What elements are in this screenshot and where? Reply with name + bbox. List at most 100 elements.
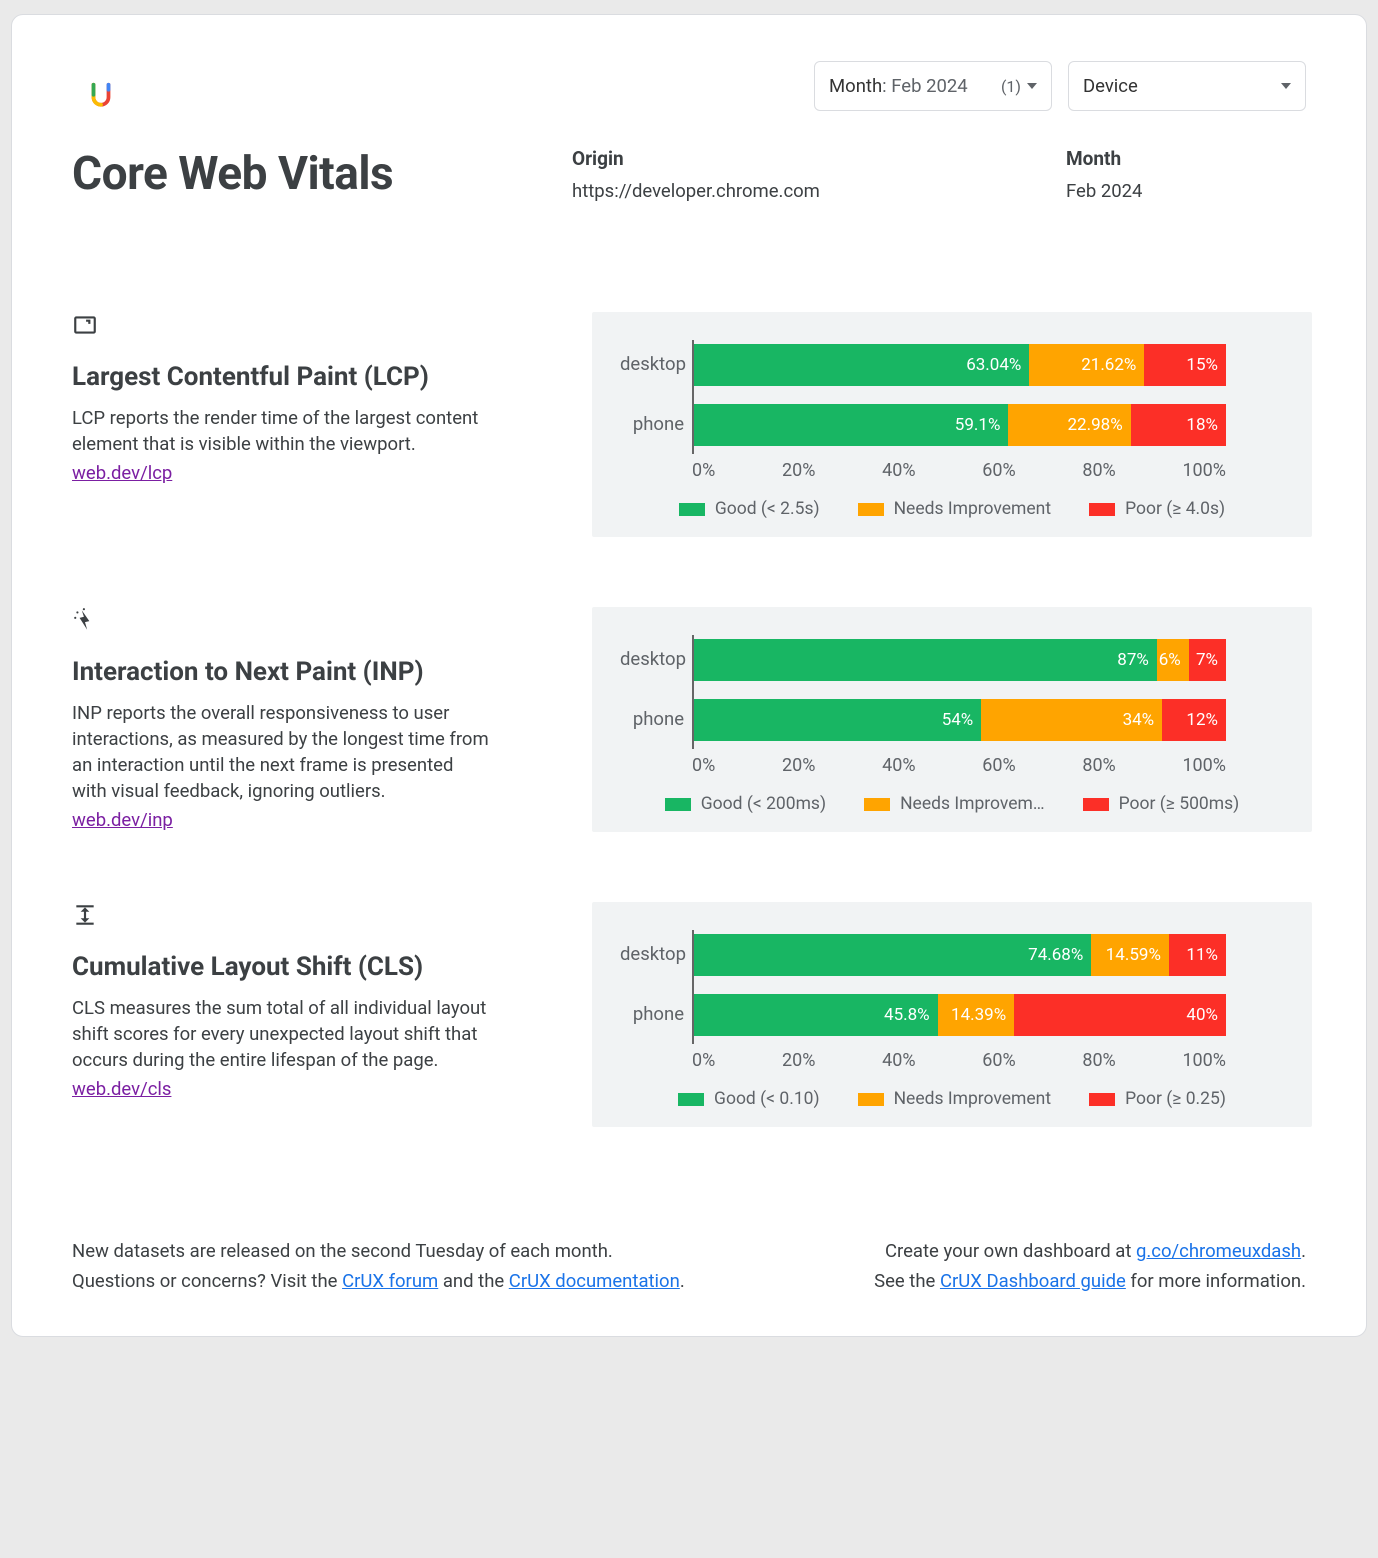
metric-title: Largest Contentful Paint (LCP) (72, 362, 552, 392)
metric-doc-link[interactable]: web.dev/lcp (72, 462, 172, 484)
chart-panel: desktop63.04%21.62%15%phone59.1%22.98%18… (592, 312, 1312, 537)
legend-label: Needs Improvement (894, 499, 1052, 519)
crux-forum-link[interactable]: CrUX forum (342, 1270, 438, 1292)
legend-swatch-good (665, 798, 691, 811)
stacked-bar: 59.1%22.98%18% (694, 404, 1226, 446)
tick-label: 80% (1082, 1050, 1115, 1071)
bar-segment-good: 87% (694, 639, 1157, 681)
metric-title: Interaction to Next Paint (INP) (72, 657, 552, 687)
chart-legend: Good (< 0.10) Needs Improvement Poor (≥ 0.… (620, 1089, 1284, 1109)
bar-segment-good: 54% (694, 699, 981, 741)
legend-item-needs: Needs Improvement (858, 1089, 1052, 1109)
chart-row: desktop63.04%21.62%15% (692, 344, 1284, 386)
bar-segment-poor: 18% (1131, 404, 1226, 446)
stacked-bar-chart: desktop87%6%7%phone54%34%12% (620, 635, 1284, 749)
legend-item-good: Good (< 0.10) (678, 1089, 820, 1109)
footer-text: Create your own dashboard at (885, 1240, 1136, 1262)
bar-segment-poor: 11% (1169, 934, 1226, 976)
footer-text: for more information. (1126, 1270, 1306, 1292)
footer: New datasets are released on the second … (72, 1237, 1306, 1296)
bar-segment-good: 59.1% (694, 404, 1008, 446)
origin-block: Origin https://developer.chrome.com (572, 147, 1046, 202)
inp-icon (72, 607, 100, 635)
chart-row: phone59.1%22.98%18% (692, 404, 1284, 446)
legend-swatch-needs (858, 1093, 884, 1106)
metric-doc-link[interactable]: web.dev/cls (72, 1078, 171, 1100)
tick-label: 0% (692, 1050, 715, 1071)
x-axis-ticks: 0%20%40%60%80%100% (692, 755, 1226, 776)
origin-label: Origin (572, 147, 1046, 170)
legend-label: Good (< 200ms) (701, 794, 826, 814)
metric-description: LCP reports the render time of the large… (72, 406, 492, 458)
tick-label: 20% (782, 460, 815, 481)
category-label: desktop (620, 943, 684, 965)
bar-segment-poor: 40% (1014, 994, 1226, 1036)
month-block: Month Feb 2024 (1066, 147, 1306, 202)
chart-legend: Good (< 2.5s) Needs Improvement Poor (≥ 4.… (620, 499, 1284, 519)
tick-label: 0% (692, 755, 715, 776)
lcp-icon (72, 312, 100, 340)
legend-label: Poor (≥ 4.0s) (1125, 499, 1225, 519)
device-selector[interactable]: Device (1068, 61, 1306, 111)
metric-row: Largest Contentful Paint (LCP) LCP report… (72, 312, 1306, 537)
month-selector-count: (1) (1001, 77, 1021, 96)
legend-label: Poor (≥ 500ms) (1119, 794, 1240, 814)
chevron-down-icon (1281, 83, 1291, 89)
category-label: phone (620, 413, 684, 435)
bar-segment-good: 45.8% (694, 994, 938, 1036)
chart-legend: Good (< 200ms)Needs Improvem…Poor (≥ 500… (620, 794, 1284, 814)
category-label: phone (620, 708, 684, 730)
legend-swatch-poor (1083, 798, 1109, 811)
stacked-bar: 74.68%14.59%11% (694, 934, 1226, 976)
chart-row: desktop87%6%7% (692, 639, 1284, 681)
footer-text: . (1301, 1240, 1306, 1262)
tick-label: 40% (882, 1050, 915, 1071)
bar-segment-needs: 22.98% (1008, 404, 1130, 446)
tick-label: 20% (782, 1050, 815, 1071)
metric-row: Interaction to Next Paint (INP) INP repor… (72, 607, 1306, 832)
tick-label: 60% (982, 1050, 1015, 1071)
legend-item-good: Good (< 200ms) (665, 794, 826, 814)
tick-label: 100% (1182, 755, 1226, 776)
dashboard-link[interactable]: g.co/chromeuxdash (1136, 1240, 1301, 1262)
bar-segment-needs: 14.59% (1091, 934, 1169, 976)
month-selector[interactable]: Month: Feb 2024 (1) (814, 61, 1052, 111)
metric-info: Cumulative Layout Shift (CLS)CLS measure… (72, 902, 552, 1100)
origin-value: https://developer.chrome.com (572, 180, 1046, 202)
metric-row: Cumulative Layout Shift (CLS)CLS measure… (72, 902, 1306, 1127)
footer-text: and the (438, 1270, 509, 1292)
footer-right: Create your own dashboard at g.co/chrome… (874, 1237, 1306, 1296)
legend-swatch-needs (864, 798, 890, 811)
legend-label: Good (< 0.10) (714, 1089, 820, 1109)
month-selector-label: Month (829, 75, 882, 97)
tick-label: 40% (882, 755, 915, 776)
legend-item-needs: Needs Improvement (858, 499, 1052, 519)
metric-description: INP reports the overall responsiveness t… (72, 701, 492, 805)
legend-item-good: Good (< 2.5s) (679, 499, 820, 519)
dashboard-guide-link[interactable]: CrUX Dashboard guide (940, 1270, 1126, 1292)
legend-label: Poor (≥ 0.25) (1125, 1089, 1226, 1109)
stacked-bar: 45.8%14.39%40% (694, 994, 1226, 1036)
metric-description: CLS measures the sum total of all indivi… (72, 996, 492, 1074)
metric-doc-link[interactable]: web.dev/inp (72, 809, 173, 831)
category-label: phone (620, 1003, 684, 1025)
category-label: desktop (620, 353, 684, 375)
tick-label: 40% (882, 460, 915, 481)
legend-swatch-good (678, 1093, 704, 1106)
legend-item-poor: Poor (≥ 500ms) (1083, 794, 1240, 814)
footer-text: See the (874, 1270, 940, 1292)
tick-label: 80% (1082, 460, 1115, 481)
bar-segment-good: 74.68% (694, 934, 1091, 976)
stacked-bar-chart: desktop63.04%21.62%15%phone59.1%22.98%18… (620, 340, 1284, 454)
cls-icon (72, 902, 100, 930)
tick-label: 60% (982, 460, 1015, 481)
stacked-bar: 54%34%12% (694, 699, 1226, 741)
footer-left: New datasets are released on the second … (72, 1237, 685, 1296)
legend-swatch-needs (858, 503, 884, 516)
month-value: Feb 2024 (1066, 180, 1306, 202)
tick-label: 20% (782, 755, 815, 776)
crux-docs-link[interactable]: CrUX documentation (509, 1270, 680, 1292)
chart-row: phone54%34%12% (692, 699, 1284, 741)
tick-label: 80% (1082, 755, 1115, 776)
crux-logo-icon (86, 81, 116, 116)
